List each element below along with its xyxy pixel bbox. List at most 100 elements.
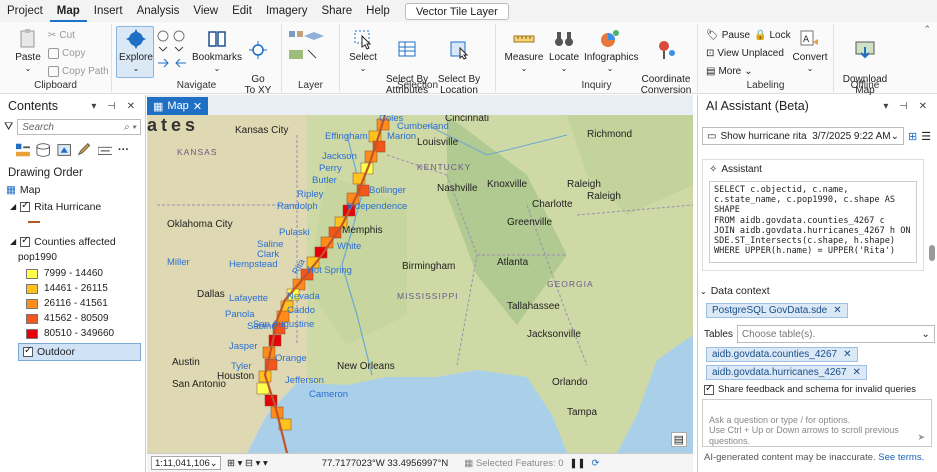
more-options-icon[interactable]: ···	[118, 144, 129, 156]
map-label-bollinger: Bollinger	[369, 185, 406, 196]
expand-icon[interactable]: ◢	[10, 202, 16, 211]
group-labeling: 🏷 Pause 🔒 Lock ⊡ View Unplaced ▤ More ⌄ A Con…	[698, 24, 834, 92]
map-canvas[interactable]: Kansas City Cincinnati Coles Cumberland Effi…	[147, 115, 693, 453]
county-polygon[interactable]	[268, 334, 282, 347]
copy-button[interactable]: Copy	[48, 48, 85, 59]
table-tag[interactable]: aidb.govdata.counties_4267 ✕	[706, 347, 858, 362]
locate-button[interactable]: Locate ⌄	[546, 28, 582, 74]
close-icon[interactable]: ✕	[843, 349, 851, 360]
paste-button[interactable]: Paste ⌄	[10, 28, 46, 74]
copy-path-button[interactable]: Copy Path	[48, 66, 109, 77]
map-label-georgia: GEORGIA	[547, 279, 594, 289]
drawing-order-heading: Drawing Order	[8, 167, 83, 179]
pane-controls[interactable]: ▾ ⊣ ✕	[883, 101, 931, 112]
infographics-button[interactable]: Infographics ⌄	[584, 28, 638, 74]
collapse-ribbon-icon[interactable]: ⌃	[923, 24, 931, 35]
close-icon[interactable]: ✕	[833, 305, 841, 316]
legend-class: 80510 - 349660	[6, 326, 145, 341]
map-label-lafayette: Lafayette	[229, 293, 268, 304]
menu-insert[interactable]: Insert	[87, 0, 130, 22]
visibility-checkbox[interactable]	[20, 235, 31, 247]
map-tools-icons[interactable]: ⊞ ▾ ⊟ ▾ ▾	[227, 458, 268, 469]
see-terms-link[interactable]: See terms.	[878, 452, 924, 463]
convert-button[interactable]: A Convert ⌄	[790, 28, 830, 74]
menu-analysis[interactable]: Analysis	[130, 0, 187, 22]
menu-map[interactable]: Map	[49, 0, 87, 22]
pause-drawing-icon[interactable]: ❚❚	[570, 458, 586, 469]
map-label-jefferson: Jefferson	[285, 375, 324, 386]
layer-counties-affected[interactable]: ◢ Counties affected	[6, 233, 145, 250]
menu-edit[interactable]: Edit	[225, 0, 259, 22]
connection-tag[interactable]: PostgreSQL GovData.sde ✕	[706, 303, 848, 318]
layer-tools-icon	[289, 31, 324, 59]
select-button[interactable]: Select ⌄	[346, 28, 380, 74]
layer-rita-hurricane[interactable]: ◢ Rita Hurricane	[6, 198, 145, 215]
list-by-drawing-order-icon[interactable]	[16, 143, 31, 157]
list-by-labeling-icon[interactable]	[97, 143, 113, 157]
sql-code-block[interactable]: SELECT c.objectid, c.name, c.state_name,…	[709, 181, 917, 263]
explore-button[interactable]: Explore ⌄	[118, 28, 154, 74]
assistant-label: Assistant	[721, 164, 762, 175]
share-feedback-checkbox[interactable]	[704, 383, 714, 395]
map-tab[interactable]: ▦ Map ✕	[147, 97, 209, 115]
menu-share[interactable]: Share	[314, 0, 359, 22]
conversation-select[interactable]: ▭ Show hurricane rita 3/7/2025 9:22 AM ⌄	[702, 127, 904, 145]
list-by-editing-icon[interactable]	[77, 143, 91, 157]
bookmarks-button[interactable]: Bookmarks ⌄	[192, 28, 242, 74]
pause-labeling-button[interactable]: 🏷 Pause	[706, 30, 750, 41]
list-by-selection-icon[interactable]	[57, 143, 71, 157]
lock-icon: 🔒	[754, 30, 767, 41]
map-notes-icon[interactable]: ▤	[670, 432, 687, 447]
measure-button[interactable]: Measure ⌄	[504, 28, 544, 74]
share-feedback-row[interactable]: Share feedback and schema for invalid qu…	[704, 383, 916, 395]
contents-search-row: ⛛ Search ⌕ ▾	[0, 117, 145, 137]
data-context-header[interactable]: ⌄ Data context	[700, 285, 770, 297]
list-by-source-icon[interactable]	[36, 143, 51, 157]
close-icon[interactable]: ✕	[193, 100, 202, 113]
more-labeling-button[interactable]: ▤ More ⌄	[706, 66, 753, 77]
new-chat-icon[interactable]: ⊞	[908, 130, 917, 143]
menu-help[interactable]: Help	[359, 0, 397, 22]
pane-controls[interactable]: ▾ ⊣ ✕	[91, 101, 139, 112]
contents-search-input[interactable]: Search ⌕ ▾	[17, 119, 141, 135]
map-label-louisville: Louisville	[417, 137, 459, 148]
chevron-down-icon: ⌄	[520, 64, 528, 73]
menu-view[interactable]: View	[186, 0, 225, 22]
group-clipboard: Paste ⌄ ✂ Cut Copy Copy Path Clipboard	[0, 24, 112, 92]
chevron-down-icon: ⌄	[209, 458, 218, 469]
search-icon[interactable]: ⌕ ▾	[123, 122, 136, 133]
visibility-checkbox[interactable]	[23, 345, 33, 357]
lock-labeling-button[interactable]: 🔒 Lock	[754, 30, 791, 41]
map-label-hempstead: Hempstead	[229, 259, 278, 270]
menu-project[interactable]: Project	[0, 0, 50, 22]
scrollbar-thumb[interactable]	[929, 245, 935, 261]
filter-icon[interactable]: ⛛	[4, 121, 13, 134]
question-input[interactable]: Ask a question or type / for options. Us…	[702, 399, 932, 447]
map-label-san-antonio: San Antonio	[172, 379, 226, 390]
layer-counties-affected-label: Counties affected	[34, 235, 116, 248]
tables-select[interactable]: Choose table(s). ⌄	[736, 325, 935, 343]
map-node[interactable]: ▦ Map	[6, 181, 145, 198]
map-label-jacksonville: Jacksonville	[527, 329, 581, 340]
menu-bar: Project Map Insert Analysis View Edit Im…	[0, 0, 937, 22]
refresh-icon[interactable]: ⟳	[591, 458, 599, 469]
map-tab-label: Map	[167, 100, 189, 112]
scale-dropdown[interactable]: 1:11,041,106 ⌄	[151, 456, 221, 470]
map-icon: ▦	[6, 183, 16, 196]
navigate-group-label: Navigate	[176, 80, 217, 91]
view-unplaced-button[interactable]: ⊡ View Unplaced	[706, 48, 784, 59]
visibility-checkbox[interactable]	[20, 200, 31, 212]
ribbon: Paste ⌄ ✂ Cut Copy Copy Path Clipboard Exp…	[0, 22, 937, 96]
menu-icon[interactable]: ☰	[921, 130, 931, 143]
context-tab-vector-tile-layer[interactable]: Vector Tile Layer	[404, 2, 509, 20]
ai-title-bar: AI Assistant (Beta) ▾ ⊣ ✕	[698, 95, 937, 117]
cut-button[interactable]: ✂ Cut	[48, 30, 75, 41]
close-icon[interactable]: ✕	[853, 367, 861, 378]
menu-imagery[interactable]: Imagery	[259, 0, 315, 22]
table-tag[interactable]: aidb.govdata.hurricanes_4267 ✕	[706, 365, 867, 380]
layer-outdoor[interactable]: Outdoor	[18, 343, 141, 361]
expand-icon[interactable]: ◢	[10, 237, 16, 246]
send-icon[interactable]: ➤	[917, 432, 925, 443]
map-label-jasper: Jasper	[229, 341, 258, 352]
tables-placeholder: Choose table(s).	[741, 328, 816, 340]
